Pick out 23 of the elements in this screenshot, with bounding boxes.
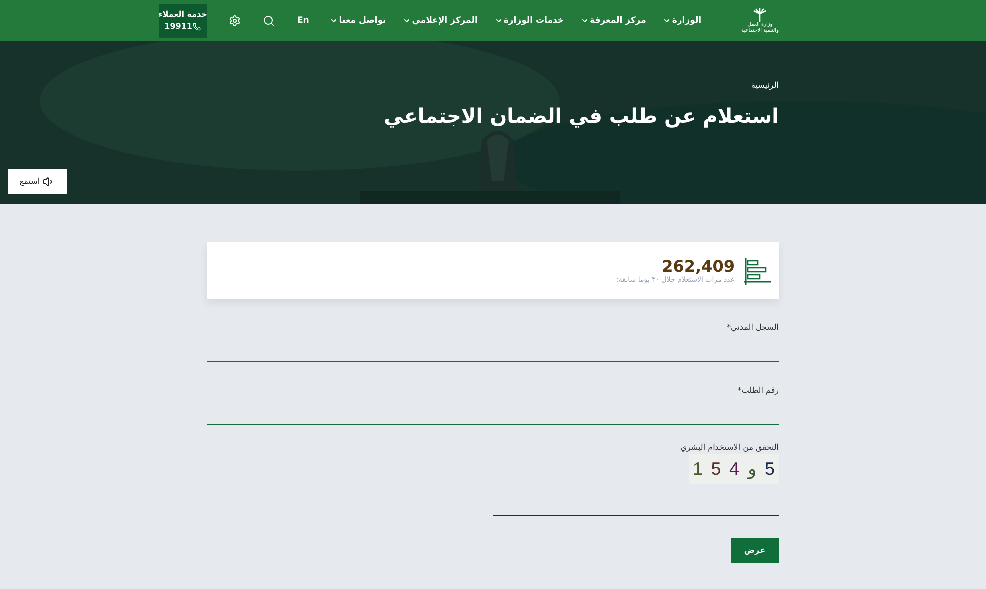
breadcrumb-link[interactable]: الرئيسية bbox=[751, 81, 779, 90]
field-label: السجل المدني* bbox=[727, 323, 779, 332]
listen-button[interactable]: استمع bbox=[8, 169, 67, 194]
language-link[interactable]: En bbox=[297, 16, 310, 26]
search-icon[interactable] bbox=[263, 14, 276, 26]
page-title: استعلام عن طلب في الضمان الاجتماعي bbox=[384, 104, 779, 128]
chevron-down-icon bbox=[403, 16, 412, 24]
nav-link[interactable]: الوزارة bbox=[663, 16, 702, 26]
stat-value: 262,409 bbox=[662, 257, 735, 276]
bar-chart-icon bbox=[743, 256, 771, 284]
chevron-down-icon bbox=[330, 16, 338, 24]
captcha-label: التحقق من الاستخدام البشري bbox=[680, 443, 779, 452]
nav-link[interactable]: مركز المعرفة bbox=[581, 16, 646, 26]
nav-link[interactable]: تواصل معنا bbox=[330, 16, 386, 26]
field-label: رقم الطلب* bbox=[738, 386, 779, 395]
chevron-down-icon bbox=[581, 16, 590, 24]
settings-icon[interactable] bbox=[229, 14, 242, 26]
submit-button[interactable]: عرض bbox=[731, 538, 779, 563]
chevron-down-icon bbox=[494, 16, 503, 24]
nav-link[interactable]: خدمات الوزارة bbox=[494, 16, 564, 26]
nav-link[interactable]: المركز الإعلامي bbox=[403, 16, 478, 26]
palm-tree-icon bbox=[753, 8, 768, 22]
chevron-down-icon bbox=[663, 16, 672, 24]
